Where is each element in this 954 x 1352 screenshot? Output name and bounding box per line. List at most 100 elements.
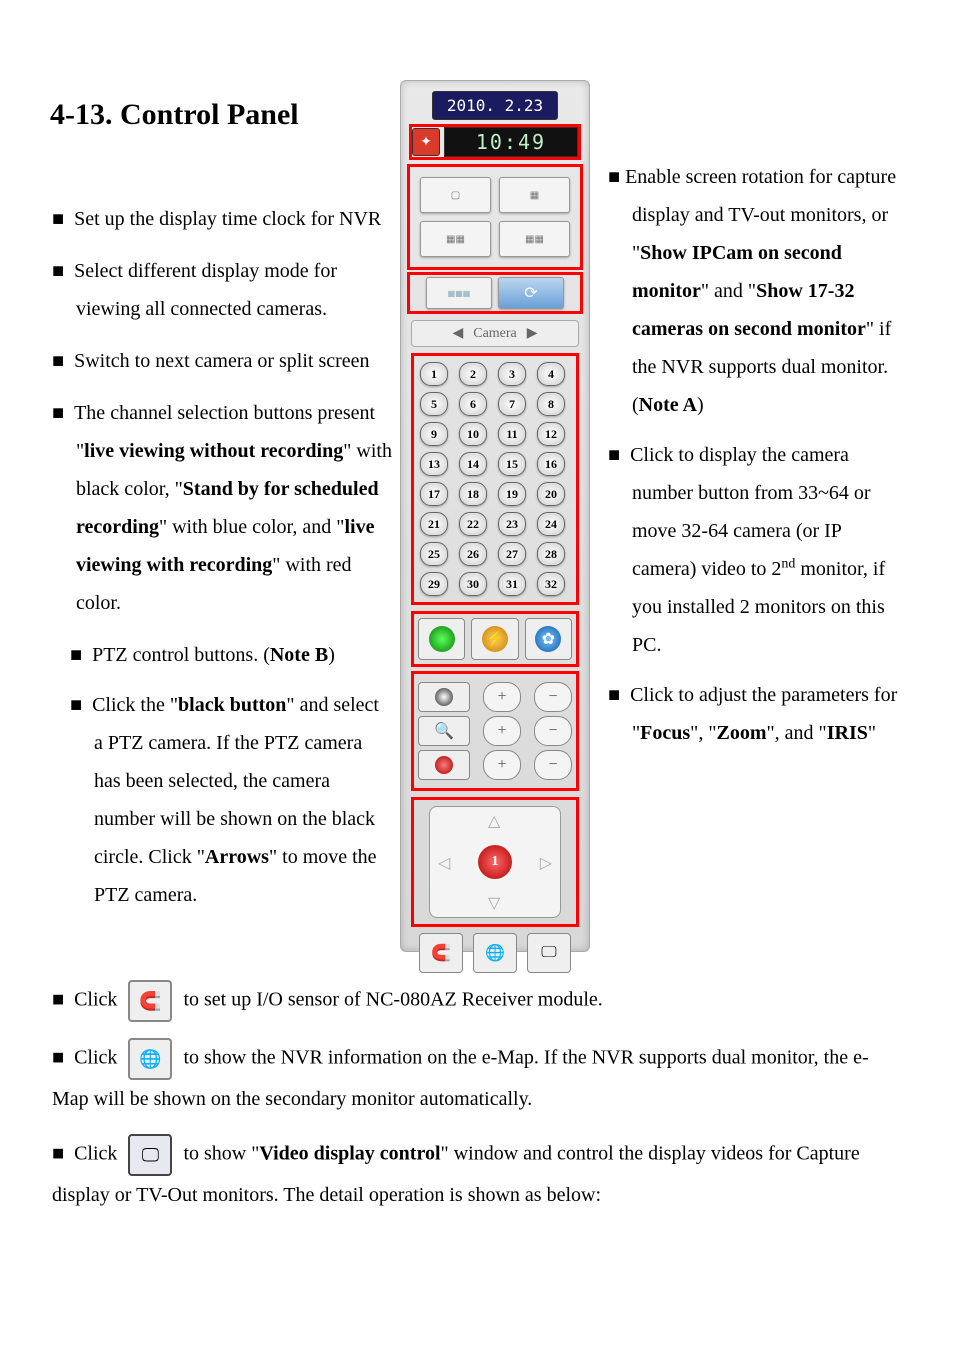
zoom-plus[interactable]: + [483, 716, 521, 746]
ptz-blue-button[interactable]: ✿ [525, 618, 572, 660]
io-sensor-button[interactable]: 🧲 [419, 933, 463, 973]
globe-icon: 🌐 [485, 943, 505, 963]
text: Switch to next camera or split screen [74, 350, 369, 372]
channel-button-3[interactable]: 3 [498, 362, 526, 386]
clock-row[interactable]: ✦ 10:49 [409, 124, 581, 160]
focus-button[interactable] [418, 682, 470, 712]
bullet-icon: ■ [608, 684, 620, 706]
view-mode-4[interactable]: ▦ [499, 177, 570, 213]
left-column: ■ Set up the display time clock for NVR … [52, 200, 392, 926]
channel-button-12[interactable]: 12 [537, 422, 565, 446]
bullet-icon: ■ [52, 1143, 64, 1165]
page-title: 4-13. Control Panel [50, 98, 299, 132]
ptz-green-button[interactable] [418, 618, 465, 660]
date-display: 2010. 2.23 [401, 91, 589, 120]
bottom-item-video-display: ■ Click 🖵 to show "Video display control… [52, 1134, 902, 1214]
iris-plus[interactable]: + [483, 750, 521, 780]
focus-minus[interactable]: − [534, 682, 572, 712]
channel-button-31[interactable]: 31 [498, 572, 526, 596]
bottom-buttons-row: 🧲 🌐 🖵 [411, 933, 579, 973]
monitor-icon-inline: 🖵 [128, 1134, 172, 1176]
channel-button-7[interactable]: 7 [498, 392, 526, 416]
channel-button-6[interactable]: 6 [459, 392, 487, 416]
channel-button-29[interactable]: 29 [420, 572, 448, 596]
view-mode-9[interactable]: ▦▦ [420, 221, 491, 257]
text: Select different display mode for viewin… [74, 260, 337, 320]
bullet-icon: ■ [70, 694, 82, 716]
arrow-up-icon[interactable]: △ [488, 811, 500, 831]
channel-button-19[interactable]: 19 [498, 482, 526, 506]
channel-button-9[interactable]: 9 [420, 422, 448, 446]
text: ) [697, 394, 704, 416]
channel-button-10[interactable]: 10 [459, 422, 487, 446]
channel-button-16[interactable]: 16 [537, 452, 565, 476]
text: " window and control the display videos … [52, 1143, 860, 1206]
view-mode-1[interactable]: ▢ [420, 177, 491, 213]
channel-button-20[interactable]: 20 [537, 482, 565, 506]
channel-button-22[interactable]: 22 [459, 512, 487, 536]
focus-zoom-iris-group: + − 🔍 + − + − [411, 671, 579, 791]
channel-button-13[interactable]: 13 [420, 452, 448, 476]
channel-button-26[interactable]: 26 [459, 542, 487, 566]
ptz-lightning-button[interactable]: ⚡ [471, 618, 518, 660]
text: ) [328, 644, 335, 666]
left-item-display-mode: ■ Select different display mode for view… [52, 252, 392, 328]
bullet-icon: ■ [70, 644, 82, 666]
channel-button-32[interactable]: 32 [537, 572, 565, 596]
rotation-button[interactable]: ⟳ [498, 277, 564, 309]
grid-many-button[interactable]: ▦▦▦ [426, 277, 492, 309]
right-item-33-64: ■ Click to display the camera number but… [608, 436, 908, 664]
channel-button-15[interactable]: 15 [498, 452, 526, 476]
channel-button-18[interactable]: 18 [459, 482, 487, 506]
arrow-right-icon[interactable]: ▷ [540, 853, 552, 873]
channel-button-28[interactable]: 28 [537, 542, 565, 566]
iris-minus[interactable]: − [534, 750, 572, 780]
channel-button-4[interactable]: 4 [537, 362, 565, 386]
ptz-center-button[interactable]: 1 [478, 845, 512, 879]
channel-button-8[interactable]: 8 [537, 392, 565, 416]
bullet-icon: ■ [52, 350, 64, 372]
bold: Note B [270, 644, 328, 666]
text: Click [74, 1143, 122, 1165]
view-mode-16[interactable]: ▦▦ [499, 221, 570, 257]
left-item-ptz-buttons: ■ PTZ control buttons. (Note B) [70, 636, 392, 674]
channel-button-25[interactable]: 25 [420, 542, 448, 566]
ptz-pad-inner[interactable]: △ ▽ ◁ ▷ 1 [429, 806, 561, 918]
text: to show " [178, 1143, 259, 1165]
channel-button-17[interactable]: 17 [420, 482, 448, 506]
camera-pager[interactable]: ◀ Camera ▶ [411, 320, 579, 347]
channel-button-11[interactable]: 11 [498, 422, 526, 446]
text: " and " [701, 280, 756, 302]
channel-button-27[interactable]: 27 [498, 542, 526, 566]
channel-button-23[interactable]: 23 [498, 512, 526, 536]
chevron-right-icon[interactable]: ▶ [527, 325, 538, 342]
arrow-down-icon[interactable]: ▽ [488, 893, 500, 913]
channel-button-14[interactable]: 14 [459, 452, 487, 476]
video-display-control-button[interactable]: 🖵 [527, 933, 571, 973]
bottom-item-io-sensor: ■ Click 🧲 to set up I/O sensor of NC-080… [52, 980, 902, 1022]
channel-button-21[interactable]: 21 [420, 512, 448, 536]
emap-button[interactable]: 🌐 [473, 933, 517, 973]
bottom-section: ■ Click 🧲 to set up I/O sensor of NC-080… [52, 980, 902, 1230]
globe-icon-inline: 🌐 [128, 1038, 172, 1080]
clock-settings-icon[interactable]: ✦ [412, 128, 440, 156]
channel-button-5[interactable]: 5 [420, 392, 448, 416]
bold: live viewing without recording [84, 440, 343, 462]
zoom-minus[interactable]: − [534, 716, 572, 746]
channel-button-1[interactable]: 1 [420, 362, 448, 386]
chevron-left-icon[interactable]: ◀ [452, 325, 463, 342]
bold: Arrows [205, 846, 269, 868]
iris-button[interactable] [418, 750, 470, 780]
zoom-button[interactable]: 🔍 [418, 716, 470, 746]
left-item-black-button: ■ Click the "black button" and select a … [70, 686, 392, 914]
channel-button-24[interactable]: 24 [537, 512, 565, 536]
text: ", " [690, 722, 716, 744]
channel-button-2[interactable]: 2 [459, 362, 487, 386]
io-sensor-icon-inline: 🧲 [128, 980, 172, 1022]
right-item-focus-zoom-iris: ■ Click to adjust the parameters for "Fo… [608, 676, 908, 752]
focus-plus[interactable]: + [483, 682, 521, 712]
channel-button-30[interactable]: 30 [459, 572, 487, 596]
arrow-left-icon[interactable]: ◁ [438, 853, 450, 873]
ptz-direction-pad: △ ▽ ◁ ▷ 1 [411, 797, 579, 927]
bold: Zoom [717, 722, 767, 744]
